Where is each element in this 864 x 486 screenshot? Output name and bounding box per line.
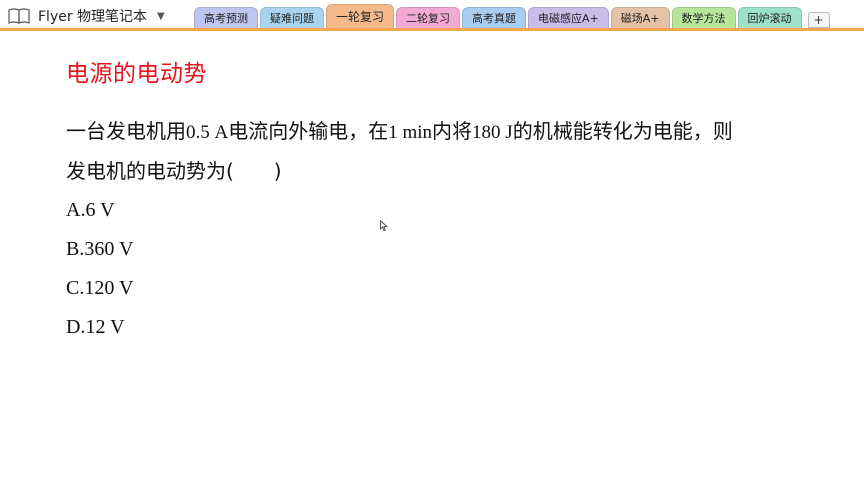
notebook-icon [8,8,30,24]
notebook-selector[interactable]: Flyer 物理笔记本 ▼ [8,5,165,27]
question-value-time: 1 min [388,122,433,143]
question-text-line2: 发电机的电动势为( ) [66,159,282,183]
tab-6[interactable]: 电磁感应A+ [528,7,609,28]
tab-strip-underline [0,28,864,31]
tab-8[interactable]: 数学方法 [671,7,736,28]
option-b: B.360 V [66,238,134,260]
tab-2[interactable]: 疑难问题 [260,7,324,28]
question-text-segment: 内将 [432,119,473,143]
tab-5[interactable]: 高考真题 [462,7,527,28]
question-text-segment: 一台发电机用 [66,119,186,143]
page-content: 电源的电动势 一台发电机用0.5 A电流向外输电，在1 min内将180 J的机… [66,58,826,347]
question-text-segment: 电流向外输电，在 [228,119,389,143]
option-c: C.120 V [66,277,134,299]
option-d: D.12 V [66,316,125,338]
answer-options: A.6 V B.360 V C.120 V D.12 V [66,191,826,347]
tab-7[interactable]: 磁场A+ [610,7,670,28]
tab-4[interactable]: 二轮复习 [396,7,461,28]
page-title: 电源的电动势 [66,61,207,87]
question-text: 一台发电机用0.5 A电流向外输电，在1 min内将180 J的机械能转化为电能… [66,112,826,191]
mouse-cursor-icon [380,217,388,236]
tab-1[interactable]: 高考预测 [194,7,258,28]
question-value-current: 0.5 A [186,122,229,143]
section-tabs: 高考预测 疑难问题 一轮复习 二轮复习 高考真题 电磁感应A+ 磁场A+ 数学方法 回炉滚动 + [194,4,830,29]
option-a: A.6 V [66,199,115,221]
question-value-energy: 180 J [472,122,513,143]
tab-3[interactable]: 一轮复习 [326,4,395,28]
title-bar: Flyer 物理笔记本 ▼ 高考预测 疑难问题 一轮复习 二轮复习 高考真题 电磁感应A+… [0,0,864,32]
chevron-down-icon[interactable]: ▼ [157,11,165,22]
add-tab-button[interactable]: + [807,12,830,28]
notebook-title: Flyer 物理笔记本 [38,9,148,25]
question-text-segment: 的机械能转化为电能，则 [512,119,733,143]
tab-9[interactable]: 回炉滚动 [737,7,802,28]
